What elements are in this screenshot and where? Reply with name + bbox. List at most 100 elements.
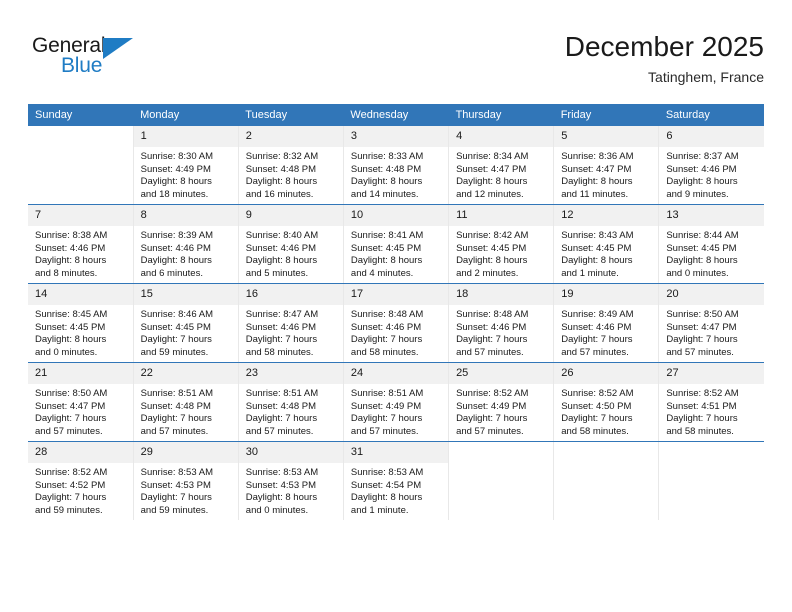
sunrise-text: Sunrise: 8:50 AM [35,388,108,399]
daylight-text-line1: Daylight: 8 hours [561,255,633,267]
daylight-text-line1: Daylight: 7 hours [456,334,528,346]
day-number: 12 [554,205,659,226]
day-sun-info: Sunrise: 8:34 AM Sunset: 4:47 PM Daylight:… [449,147,553,201]
sunset-text: Sunset: 4:46 PM [350,321,422,333]
daylight-text-line1: Daylight: 7 hours [245,413,318,425]
sunrise-text: Sunrise: 8:33 AM [350,151,424,162]
daylight-text-line1: Daylight: 7 hours [350,334,423,346]
day-number: 7 [28,205,133,226]
sunset-text: Sunset: 4:46 PM [245,242,317,254]
day-sun-info: Sunrise: 8:48 AM Sunset: 4:46 PM Daylight:… [344,305,448,359]
calendar-day-cell[interactable]: 11 Sunrise: 8:42 AM Sunset: 4:45 PM Dayligh… [448,204,554,284]
calendar-day-cell[interactable]: 12 Sunrise: 8:43 AM Sunset: 4:45 PM Dayligh… [553,204,659,284]
day-number: 24 [343,363,449,384]
calendar-day-cell[interactable]: 15 Sunrise: 8:46 AM Sunset: 4:45 PM Dayligh… [132,283,239,363]
sunset-text: Sunset: 4:49 PM [350,400,422,412]
day-number: 23 [238,363,343,384]
daylight-text-line2: and 11 minutes. [561,188,629,200]
daylight-text-line1: Daylight: 8 hours [35,334,107,346]
daylight-text-line1: Daylight: 8 hours [666,176,738,188]
day-sun-info [659,463,764,467]
calendar-day-cell[interactable]: 23 Sunrise: 8:51 AM Sunset: 4:48 PM Dayligh… [237,362,344,442]
daylight-text-line2: and 57 minutes. [245,425,314,437]
day-sun-info: Sunrise: 8:47 AM Sunset: 4:46 PM Daylight:… [239,305,343,359]
calendar-day-cell[interactable]: 22 Sunrise: 8:51 AM Sunset: 4:48 PM Dayligh… [132,362,239,442]
daylight-text-line2: and 58 minutes. [350,346,419,358]
daylight-text-line2: and 58 minutes. [561,425,629,437]
calendar-day-cell[interactable]: 25 Sunrise: 8:52 AM Sunset: 4:49 PM Dayligh… [448,362,554,442]
sunset-text: Sunset: 4:48 PM [245,163,317,175]
day-sun-info: Sunrise: 8:44 AM Sunset: 4:45 PM Daylight:… [659,226,764,280]
calendar-day-cell[interactable]: 8 Sunrise: 8:39 AM Sunset: 4:46 PM Daylight… [132,204,239,284]
calendar-day-cell[interactable]: 9 Sunrise: 8:40 AM Sunset: 4:46 PM Daylight… [237,204,344,284]
day-sun-info: Sunrise: 8:53 AM Sunset: 4:54 PM Daylight:… [344,463,448,517]
calendar-empty-cell [553,441,659,520]
daylight-text-line1: Daylight: 7 hours [140,413,212,425]
weekday-header-friday: Friday [553,104,659,126]
sunset-text: Sunset: 4:45 PM [35,321,106,333]
day-number: 22 [133,363,238,384]
calendar-day-cell[interactable]: 30 Sunrise: 8:53 AM Sunset: 4:53 PM Dayligh… [237,441,344,520]
calendar-day-cell[interactable]: 18 Sunrise: 8:48 AM Sunset: 4:46 PM Dayligh… [448,283,554,363]
sunset-text: Sunset: 4:47 PM [666,321,737,333]
sunset-text: Sunset: 4:45 PM [140,321,211,333]
calendar-day-cell[interactable]: 2 Sunrise: 8:32 AM Sunset: 4:48 PM Daylight… [237,126,344,205]
calendar-header-row: Sunday Monday Tuesday Wednesday Thursday Frid… [28,104,764,126]
calendar-day-cell[interactable]: 6 Sunrise: 8:37 AM Sunset: 4:46 PM Daylight… [658,126,764,205]
calendar-day-cell[interactable]: 19 Sunrise: 8:49 AM Sunset: 4:46 PM Dayligh… [553,283,659,363]
sunrise-text: Sunrise: 8:40 AM [245,230,319,241]
calendar-empty-cell [28,126,134,205]
calendar-day-cell[interactable]: 31 Sunrise: 8:53 AM Sunset: 4:54 PM Dayligh… [342,441,449,520]
sunrise-text: Sunrise: 8:52 AM [35,467,108,478]
sunset-text: Sunset: 4:46 PM [35,242,106,254]
day-sun-info: Sunrise: 8:41 AM Sunset: 4:45 PM Daylight:… [344,226,448,280]
day-number: 3 [343,126,449,147]
day-sun-info: Sunrise: 8:53 AM Sunset: 4:53 PM Daylight:… [134,463,238,517]
sunset-text: Sunset: 4:48 PM [350,163,422,175]
sunrise-text: Sunrise: 8:51 AM [350,388,424,399]
calendar-day-cell[interactable]: 4 Sunrise: 8:34 AM Sunset: 4:47 PM Daylight… [448,126,554,205]
day-number: 31 [343,442,449,463]
day-number: 17 [343,284,449,305]
calendar-day-cell[interactable]: 28 Sunrise: 8:52 AM Sunset: 4:52 PM Dayligh… [28,441,134,520]
sunset-text: Sunset: 4:53 PM [140,479,211,491]
sunrise-text: Sunrise: 8:37 AM [666,151,739,162]
sunset-text: Sunset: 4:51 PM [666,400,737,412]
day-number: 8 [133,205,238,226]
daylight-text-line2: and 57 minutes. [666,346,734,358]
day-number: 26 [554,363,659,384]
sunset-text: Sunset: 4:50 PM [561,400,632,412]
calendar-empty-cell [448,441,554,520]
day-number: 20 [659,284,764,305]
daylight-text-line2: and 59 minutes. [140,504,209,516]
calendar-day-cell[interactable]: 27 Sunrise: 8:52 AM Sunset: 4:51 PM Dayligh… [658,362,764,442]
calendar-day-cell[interactable]: 13 Sunrise: 8:44 AM Sunset: 4:45 PM Dayligh… [658,204,764,284]
day-sun-info: Sunrise: 8:50 AM Sunset: 4:47 PM Daylight:… [659,305,764,359]
day-number: 14 [28,284,133,305]
day-sun-info: Sunrise: 8:52 AM Sunset: 4:49 PM Daylight:… [449,384,553,438]
sunset-text: Sunset: 4:53 PM [245,479,317,491]
calendar-day-cell[interactable]: 7 Sunrise: 8:38 AM Sunset: 4:46 PM Daylight… [28,204,134,284]
calendar-day-cell[interactable]: 26 Sunrise: 8:52 AM Sunset: 4:50 PM Dayligh… [553,362,659,442]
calendar-day-cell[interactable]: 3 Sunrise: 8:33 AM Sunset: 4:48 PM Daylight… [342,126,449,205]
calendar-week-row: 14 Sunrise: 8:45 AM Sunset: 4:45 PM Dayligh… [28,283,764,363]
calendar-day-cell[interactable]: 5 Sunrise: 8:36 AM Sunset: 4:47 PM Daylight… [553,126,659,205]
daylight-text-line1: Daylight: 7 hours [140,334,212,346]
daylight-text-line2: and 1 minute. [350,504,409,516]
calendar-day-cell[interactable]: 24 Sunrise: 8:51 AM Sunset: 4:49 PM Dayligh… [342,362,449,442]
calendar-day-cell[interactable]: 21 Sunrise: 8:50 AM Sunset: 4:47 PM Dayligh… [28,362,134,442]
calendar-day-cell[interactable]: 1 Sunrise: 8:30 AM Sunset: 4:49 PM Daylight… [132,126,239,205]
page-header: General Blue December 2025 Tatinghem, Fr… [28,30,764,96]
daylight-text-line1: Daylight: 7 hours [245,334,318,346]
calendar-day-cell[interactable]: 16 Sunrise: 8:47 AM Sunset: 4:46 PM Dayligh… [237,283,344,363]
page-title: December 2025 [564,31,764,62]
brand-logo[interactable]: General Blue [32,34,182,90]
calendar-day-cell[interactable]: 29 Sunrise: 8:53 AM Sunset: 4:53 PM Dayligh… [132,441,239,520]
sunrise-text: Sunrise: 8:51 AM [245,388,319,399]
calendar-day-cell[interactable]: 14 Sunrise: 8:45 AM Sunset: 4:45 PM Dayligh… [28,283,134,363]
calendar-day-cell[interactable]: 20 Sunrise: 8:50 AM Sunset: 4:47 PM Dayligh… [658,283,764,363]
calendar-day-cell[interactable]: 10 Sunrise: 8:41 AM Sunset: 4:45 PM Dayligh… [342,204,449,284]
day-sun-info: Sunrise: 8:36 AM Sunset: 4:47 PM Daylight:… [554,147,658,201]
calendar-day-cell[interactable]: 17 Sunrise: 8:48 AM Sunset: 4:46 PM Dayligh… [342,283,449,363]
day-sun-info: Sunrise: 8:46 AM Sunset: 4:45 PM Daylight:… [134,305,238,359]
